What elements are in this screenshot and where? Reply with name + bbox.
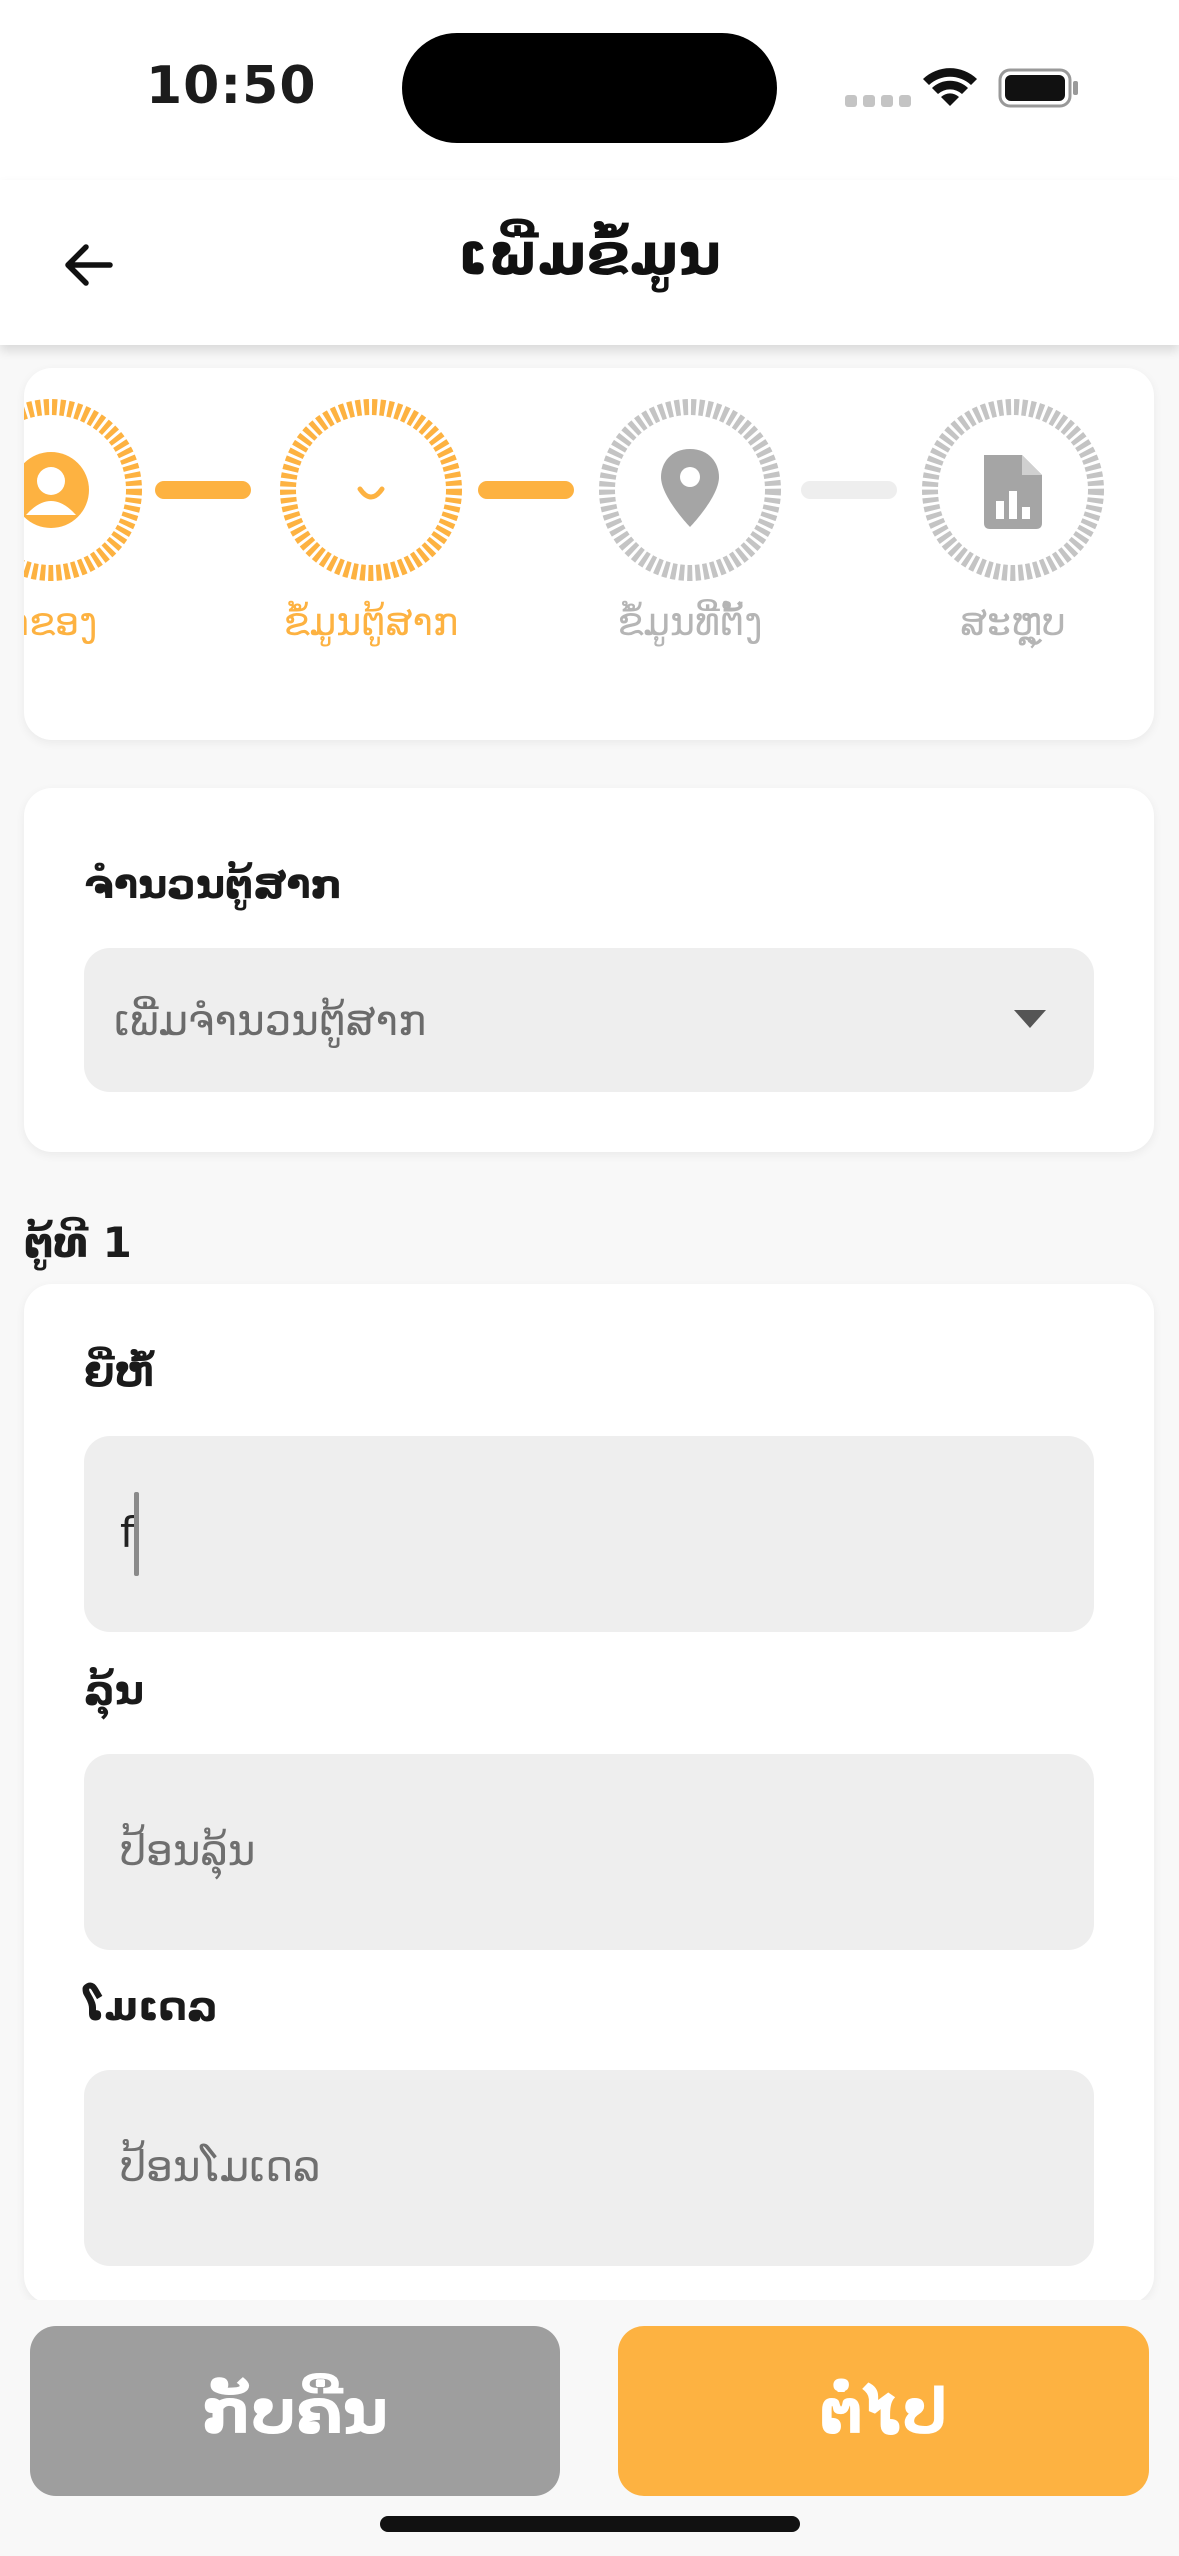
category-input-placeholder: ປ້ອນລຸ້ນ: [120, 1826, 256, 1875]
step-label-owner: ເຈົ້າຂອງ: [24, 600, 98, 644]
next-step-button[interactable]: ຕໍ່ໄປ: [618, 2326, 1149, 2496]
brand-input[interactable]: f: [84, 1436, 1094, 1632]
step-label-summary: ສະຫຼຸບ: [960, 600, 1066, 644]
home-indicator: [380, 2516, 800, 2532]
page-title: ເພີ່ມຂໍ້ມູນ: [458, 220, 721, 288]
step-location-info[interactable]: [599, 399, 781, 581]
model-input[interactable]: ປ້ອນໂມເດລ: [84, 2070, 1094, 2266]
step-owner[interactable]: [24, 399, 142, 581]
location-pin-icon: [661, 449, 719, 527]
charger-section-title: ຕູ້ທີ 1: [24, 1218, 132, 1267]
category-label: ລຸ້ນ: [84, 1668, 144, 1714]
app-header: ເພີ່ມຂໍ້ມູນ: [0, 180, 1179, 345]
step-label-location-info: ຂໍ້ມູນທີ່ຕັ້ງ: [617, 600, 763, 644]
brand-input-value: f: [120, 1508, 135, 1557]
battery-icon: [998, 68, 1078, 108]
wifi-icon: [923, 68, 977, 106]
quantity-select[interactable]: ເພີ່ມຈຳນວນຕູ້ສາກ: [84, 948, 1094, 1092]
smile-icon: [357, 486, 385, 500]
step-summary[interactable]: [922, 399, 1104, 581]
cellular-signal-icon: [845, 95, 911, 107]
step-connector-2: [478, 481, 574, 499]
charger-quantity-card: ຈຳນວນຕູ້ສາກ ເພີ່ມຈຳນວນຕູ້ສາກ: [24, 788, 1154, 1152]
model-label: ໂມເດລ: [84, 1984, 218, 2030]
text-cursor: [134, 1492, 139, 1576]
step-connector-3: [801, 481, 897, 499]
quantity-label: ຈຳນວນຕູ້ສາກ: [84, 862, 343, 908]
step-label-charger-info: ຂໍ້ມູນຕູ້ສາກ: [283, 600, 459, 644]
stepper-card: ເຈົ້າຂອງ ຂໍ້ມູນຕູ້ສາກ ຂໍ້ມູນທີ່ຕັ້ງ ສະຫຼ…: [24, 368, 1154, 740]
dynamic-island: [402, 33, 777, 143]
step-connector-1: [155, 481, 251, 499]
quantity-select-placeholder: ເພີ່ມຈຳນວນຕູ້ສາກ: [114, 996, 427, 1045]
model-input-placeholder: ປ້ອນໂມເດລ: [120, 2142, 321, 2191]
status-time: 10:50: [146, 56, 317, 116]
brand-label: ຍີ່ຫໍ້: [84, 1350, 156, 1396]
back-step-button[interactable]: ກັບຄືນ: [30, 2326, 560, 2496]
step-charger-info[interactable]: [280, 399, 462, 581]
category-input[interactable]: ປ້ອນລຸ້ນ: [84, 1754, 1094, 1950]
report-icon: [984, 455, 1042, 529]
charger-details-card: ຍີ່ຫໍ້ f ລຸ້ນ ປ້ອນລຸ້ນ ໂມເດລ ປ້ອນໂມເດລ: [24, 1284, 1154, 2304]
caret-down-icon: [1014, 1010, 1046, 1028]
status-bar: 10:50: [0, 0, 1179, 180]
